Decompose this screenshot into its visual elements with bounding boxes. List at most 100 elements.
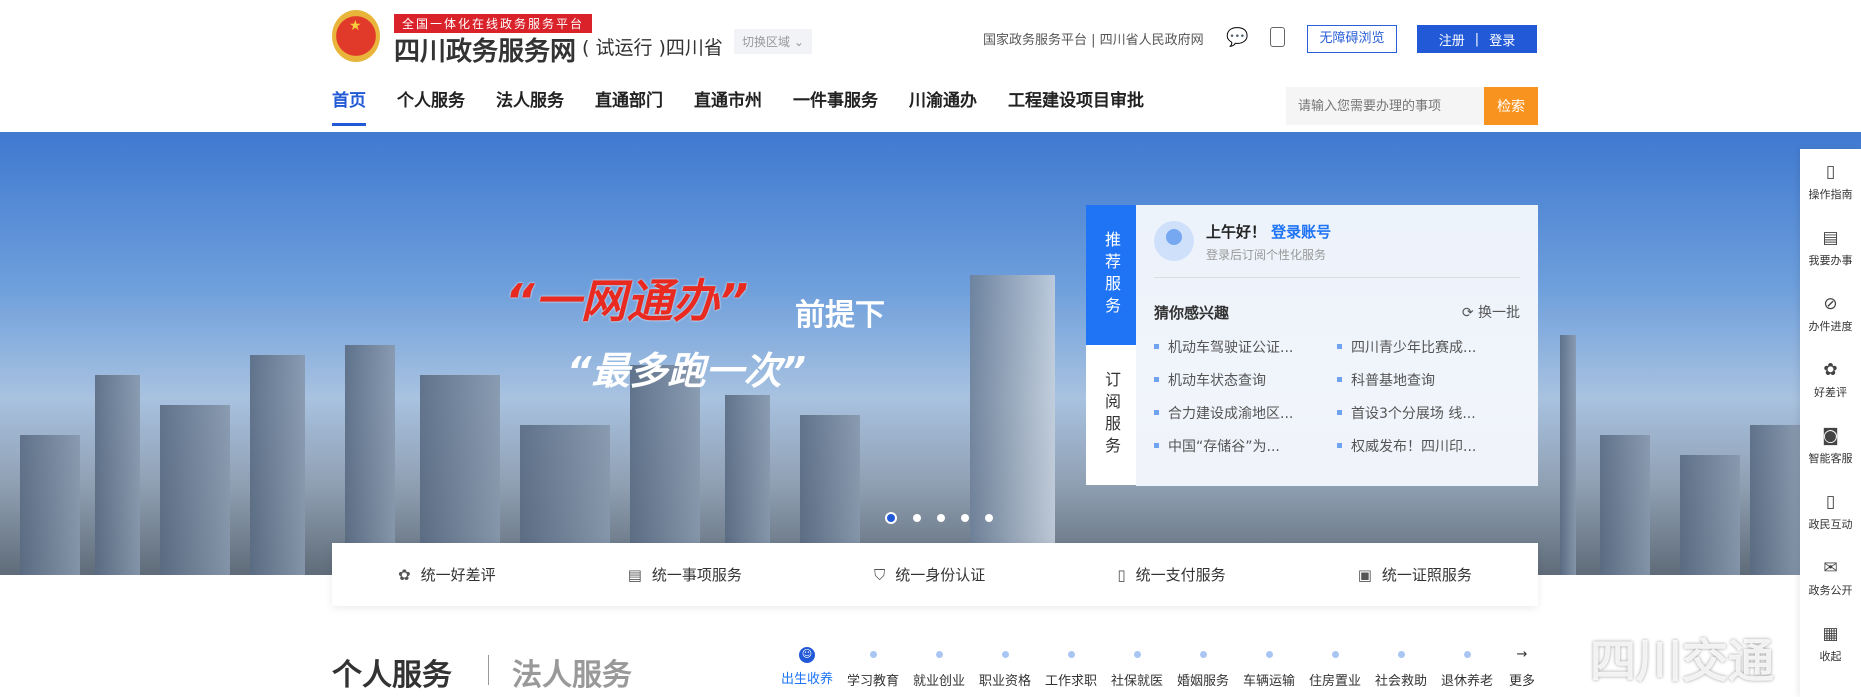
carousel-dot[interactable]: [913, 514, 921, 522]
recommend-item[interactable]: 权威发布！四川印...: [1337, 436, 1520, 456]
refresh-icon: ⟳: [1461, 305, 1478, 321]
sidebar-apply[interactable]: ▤ 我要办事: [1800, 215, 1861, 281]
login-button[interactable]: 登录: [1489, 30, 1515, 49]
top-links[interactable]: 国家政务服务平台 | 四川省人民政府网: [983, 29, 1204, 48]
nav-one-thing[interactable]: 一件事服务: [793, 86, 878, 126]
carousel-dot[interactable]: [885, 512, 897, 524]
tablet-icon: ▯: [1825, 491, 1836, 512]
nav-construction[interactable]: 工程建设项目审批: [1008, 86, 1144, 126]
refresh-button[interactable]: ⟳ 换一批: [1462, 302, 1520, 323]
service-identity[interactable]: ⛉ 统一身份认证: [874, 564, 985, 585]
category-label: 退休养老: [1440, 674, 1493, 689]
recommend-item[interactable]: 四川青少年比赛成...: [1337, 337, 1520, 357]
nav-departments[interactable]: 直通部门: [595, 86, 663, 126]
sidebar-guide[interactable]: ▯ 操作指南: [1800, 149, 1861, 215]
login-hint: 登录后订阅个性化服务: [1206, 248, 1327, 262]
collapse-icon: ▦: [1822, 623, 1839, 644]
sidebar-label: 政民互动: [1808, 517, 1853, 531]
sidebar-label: 政务公开: [1808, 583, 1853, 597]
sidebar-label: 收起: [1819, 649, 1842, 663]
category-strip: ☺ 出生收养 学习教育 就业创业 职业资格 工作求职 社保就医 婚姻服务 车辆运输…: [774, 647, 1544, 689]
carousel-dot[interactable]: [937, 514, 945, 522]
carousel-dot[interactable]: [985, 514, 993, 522]
category-item[interactable]: 职业资格: [972, 647, 1038, 689]
category-item[interactable]: 学习教育: [840, 647, 906, 689]
trial-region-label: ( 试运行 )四川省: [582, 37, 723, 59]
recommend-item[interactable]: 合力建设成渝地区...: [1154, 403, 1337, 423]
document-icon: ▯: [1825, 161, 1836, 182]
message-icon: ▤: [1822, 227, 1839, 248]
nav-home[interactable]: 首页: [332, 86, 366, 126]
national-emblem-logo[interactable]: ★: [332, 10, 380, 62]
arrow-right-icon: →: [1516, 647, 1528, 662]
category-label: 社保就医: [1110, 674, 1163, 689]
tab-personal-services[interactable]: 个人服务: [332, 650, 452, 694]
wechat-icon[interactable]: 💬: [1226, 27, 1248, 48]
service-evaluation[interactable]: ✿ 统一好差评: [398, 564, 496, 585]
category-item[interactable]: 退休养老: [1434, 647, 1500, 689]
region-switch-button[interactable]: 切换区域 ⌄: [734, 29, 812, 54]
hero-banner[interactable]: [0, 132, 1861, 575]
recommend-item[interactable]: 中国“存储谷”为...: [1154, 436, 1337, 456]
sidebar-label: 办件进度: [1808, 319, 1853, 333]
nav-cities[interactable]: 直通市州: [694, 86, 762, 126]
recommend-item[interactable]: 科普基地查询: [1337, 370, 1520, 390]
watermark: 四川交通: [1590, 634, 1774, 688]
sidebar-interaction[interactable]: ▯ 政民互动: [1800, 479, 1861, 545]
banner-slogan-suffix: 前提下: [795, 298, 885, 333]
site-title[interactable]: 四川政务服务网: [394, 31, 576, 68]
sidebar-collapse[interactable]: ▦ 收起: [1800, 611, 1861, 677]
search-input[interactable]: [1286, 87, 1484, 125]
tab-subscribed[interactable]: 订阅服务: [1086, 345, 1136, 485]
nav-personal[interactable]: 个人服务: [397, 86, 465, 126]
category-item[interactable]: 社会救助: [1368, 647, 1434, 689]
sidebar-service-bot[interactable]: ◙ 智能客服: [1800, 413, 1861, 479]
sidebar-label: 智能客服: [1808, 451, 1853, 465]
child-icon: ☺: [799, 647, 815, 663]
category-item[interactable]: 就业创业: [906, 647, 972, 689]
category-item[interactable]: 车辆运输: [1236, 647, 1302, 689]
refresh-label: 换一批: [1478, 305, 1520, 321]
wallet-icon: ▯: [1117, 565, 1126, 584]
main-nav: 首页 个人服务 法人服务 直通部门 直通市州 一件事服务 川渝通办 工程建设项目…: [332, 86, 1175, 126]
service-label: 统一身份认证: [895, 566, 986, 584]
category-item[interactable]: 工作求职: [1038, 647, 1104, 689]
category-label: 职业资格: [978, 674, 1031, 689]
tab-recommended[interactable]: 推荐服务: [1086, 205, 1136, 345]
sidebar-evaluation[interactable]: ✿ 好差评: [1800, 347, 1861, 413]
search-button[interactable]: 检索: [1484, 87, 1538, 125]
service-license[interactable]: ▣ 统一证照服务: [1358, 564, 1472, 585]
sidebar-disclosure[interactable]: ✉ 政务公开: [1800, 545, 1861, 611]
sidebar-progress[interactable]: ⊘ 办件进度: [1800, 281, 1861, 347]
recommend-item[interactable]: 机动车状态查询: [1154, 370, 1337, 390]
login-account-link[interactable]: 登录账号: [1271, 223, 1331, 241]
tab-legal-services[interactable]: 法人服务: [512, 650, 632, 694]
divider: [488, 655, 489, 685]
sidebar-label: 我要办事: [1808, 253, 1853, 267]
divider: |: [1474, 31, 1480, 47]
search-icon: ⊘: [1823, 293, 1838, 314]
category-item[interactable]: 婚姻服务: [1170, 647, 1236, 689]
nav-legal[interactable]: 法人服务: [496, 86, 564, 126]
robot-icon: ◙: [1822, 425, 1839, 446]
service-payment[interactable]: ▯ 统一支付服务: [1117, 564, 1225, 585]
unified-services-bar: ✿ 统一好差评 ▤ 统一事项服务 ⛉ 统一身份认证 ▯ 统一支付服务 ▣ 统一证照服务: [332, 543, 1538, 606]
register-button[interactable]: 注册: [1439, 30, 1465, 49]
auth-buttons: 注册 | 登录: [1417, 25, 1537, 53]
category-label: 出生收养: [780, 672, 833, 687]
flower-icon: ✿: [398, 565, 411, 584]
accessibility-button[interactable]: 无障碍浏览: [1307, 25, 1397, 53]
mobile-icon[interactable]: [1270, 27, 1285, 47]
category-label: 就业创业: [912, 674, 965, 689]
recommend-item[interactable]: 首设3个分展场 线...: [1337, 403, 1520, 423]
carousel-dot[interactable]: [961, 514, 969, 522]
service-items[interactable]: ▤ 统一事项服务: [628, 564, 742, 585]
avatar: [1154, 221, 1194, 261]
nav-chuanyu[interactable]: 川渝通办: [909, 86, 977, 126]
category-item[interactable]: 社保就医: [1104, 647, 1170, 689]
recommend-item[interactable]: 机动车驾驶证公证...: [1154, 337, 1337, 357]
right-sidebar: ▯ 操作指南 ▤ 我要办事 ⊘ 办件进度 ✿ 好差评 ◙ 智能客服 ▯ 政民互动 ✉ 政务公开…: [1800, 149, 1861, 697]
category-item[interactable]: 住房置业: [1302, 647, 1368, 689]
category-more[interactable]: → 更多: [1500, 647, 1544, 689]
category-item[interactable]: ☺ 出生收养: [774, 647, 840, 689]
